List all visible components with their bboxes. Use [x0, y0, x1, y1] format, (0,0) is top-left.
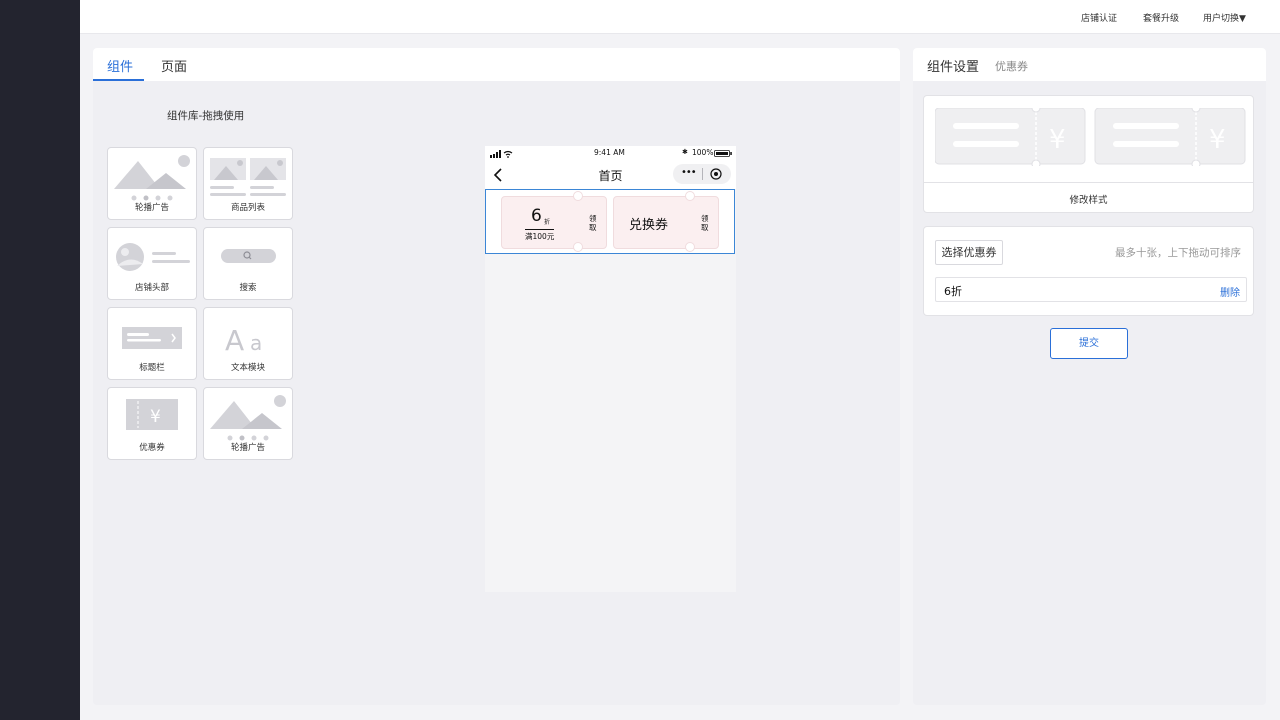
component-title-bar[interactable]: 标题栏 — [107, 307, 197, 380]
left-tab-bar: 组件 页面 — [93, 48, 900, 81]
store-auth-link[interactable]: 店铺认证 — [1081, 11, 1117, 24]
signal-wifi-icon — [490, 150, 513, 158]
library-title: 组件库-拖拽使用 — [167, 110, 245, 122]
user-switch-dropdown[interactable]: 用户切换▼ — [1203, 11, 1246, 24]
ticket-notch — [685, 191, 695, 201]
banner-carousel-icon — [210, 395, 286, 441]
plan-upgrade-link[interactable]: 套餐升级 — [1143, 11, 1179, 24]
coupon-item-name: 6折 — [944, 285, 962, 298]
coupon-limit-hint: 最多十张，上下拖动可排序 — [1115, 247, 1241, 259]
phone-status-bar: 9:41 AM ✱ 100% — [485, 146, 736, 161]
settings-panel: 组件设置 优惠券 ¥ ¥ 修改样式 选择优惠券 最多十张，上下拖动可排序 6折 — [913, 48, 1266, 705]
text-module-icon: A a — [225, 324, 262, 357]
component-label: 搜索 — [239, 283, 257, 293]
active-tab-indicator — [93, 79, 144, 81]
component-label: 商品列表 — [230, 203, 265, 213]
style-preview-card: ¥ ¥ 修改样式 — [923, 95, 1254, 213]
coupon-claim-button[interactable]: 领取 — [589, 214, 597, 232]
tab-component-settings[interactable]: 组件设置 — [927, 56, 979, 75]
submit-button[interactable]: 提交 — [1050, 328, 1128, 359]
yen-icon: ¥ — [1209, 125, 1226, 155]
close-circle-icon[interactable] — [710, 168, 722, 180]
exchange-coupon-title: 兑换券 — [629, 218, 669, 233]
search-bar-icon — [221, 249, 276, 263]
phone-nav-bar: 首页 ••• — [485, 161, 736, 189]
svg-text:A: A — [225, 324, 244, 357]
coupon-list-item[interactable]: 6折 删除 — [935, 277, 1247, 302]
divider — [924, 182, 1253, 183]
component-product-list[interactable]: 商品列表 — [203, 147, 293, 220]
component-label: 店铺头部 — [134, 283, 169, 293]
component-label: 轮播广告 — [134, 203, 169, 213]
coupon-style-preview[interactable]: ¥ ¥ — [935, 108, 1247, 166]
tab-page[interactable]: 页面 — [161, 56, 187, 75]
product-list-icon — [210, 158, 286, 196]
yen-icon: ¥ — [1049, 125, 1066, 155]
coupon-claim-button[interactable]: 领取 — [701, 214, 709, 232]
coupon-card-exchange[interactable]: 兑换券 领取 — [613, 191, 719, 252]
component-search[interactable]: 搜索 — [203, 227, 293, 300]
component-label: 轮播广告 — [230, 443, 265, 453]
component-store-header[interactable]: 店铺头部 — [107, 227, 197, 300]
battery-percent: 100% — [692, 148, 714, 157]
component-coupon[interactable]: ¥ 优惠券 — [107, 387, 197, 460]
tab-coupon[interactable]: 优惠券 — [995, 58, 1028, 74]
top-bar: 店铺认证 套餐升级 用户切换▼ — [80, 0, 1280, 34]
bluetooth-icon: ✱ — [682, 148, 688, 156]
title-bar-icon — [122, 327, 182, 349]
delete-coupon-link[interactable]: 删除 — [1220, 284, 1240, 299]
component-label: 文本模块 — [230, 363, 265, 373]
tab-components[interactable]: 组件 — [107, 56, 133, 75]
ticket-notch — [685, 242, 695, 252]
component-text-module[interactable]: A a 文本模块 — [203, 307, 293, 380]
ticket-notch — [573, 191, 583, 201]
coupon-icon: ¥ — [126, 399, 178, 430]
coupon-component-selected[interactable]: 6 折 满100元 领取 兑换券 领取 — [485, 189, 735, 254]
component-banner-carousel-2[interactable]: 轮播广告 — [203, 387, 293, 460]
coupon-card-discount[interactable]: 6 折 满100元 领取 — [501, 191, 607, 252]
component-label: 标题栏 — [139, 363, 165, 373]
component-banner-carousel[interactable]: 轮播广告 — [107, 147, 197, 220]
modify-style-button[interactable]: 修改样式 — [924, 192, 1253, 206]
coupon-discount-value: 6 — [531, 206, 542, 226]
component-label: 优惠券 — [139, 443, 165, 453]
banner-carousel-icon — [114, 155, 190, 201]
phone-preview: 9:41 AM ✱ 100% 首页 ••• 6 折 满100元 领取 兑换券 领… — [485, 146, 736, 592]
select-coupon-button[interactable]: 选择优惠券 — [935, 240, 1003, 265]
svg-text:¥: ¥ — [150, 407, 161, 427]
svg-text:a: a — [250, 331, 262, 355]
right-tab-bar: 组件设置 优惠券 — [913, 48, 1266, 81]
coupon-discount-unit: 折 — [544, 219, 551, 226]
ticket-notch — [573, 242, 583, 252]
mini-program-capsule: ••• — [673, 164, 731, 184]
coupon-select-card: 选择优惠券 最多十张，上下拖动可排序 6折 删除 — [923, 226, 1254, 316]
more-icon[interactable]: ••• — [681, 167, 697, 178]
battery-icon — [714, 150, 732, 157]
coupon-condition: 满100元 — [525, 229, 555, 242]
store-header-icon — [116, 243, 190, 271]
capsule-divider — [702, 168, 703, 180]
status-time: 9:41 AM — [594, 148, 625, 157]
app-sidebar — [0, 0, 80, 720]
